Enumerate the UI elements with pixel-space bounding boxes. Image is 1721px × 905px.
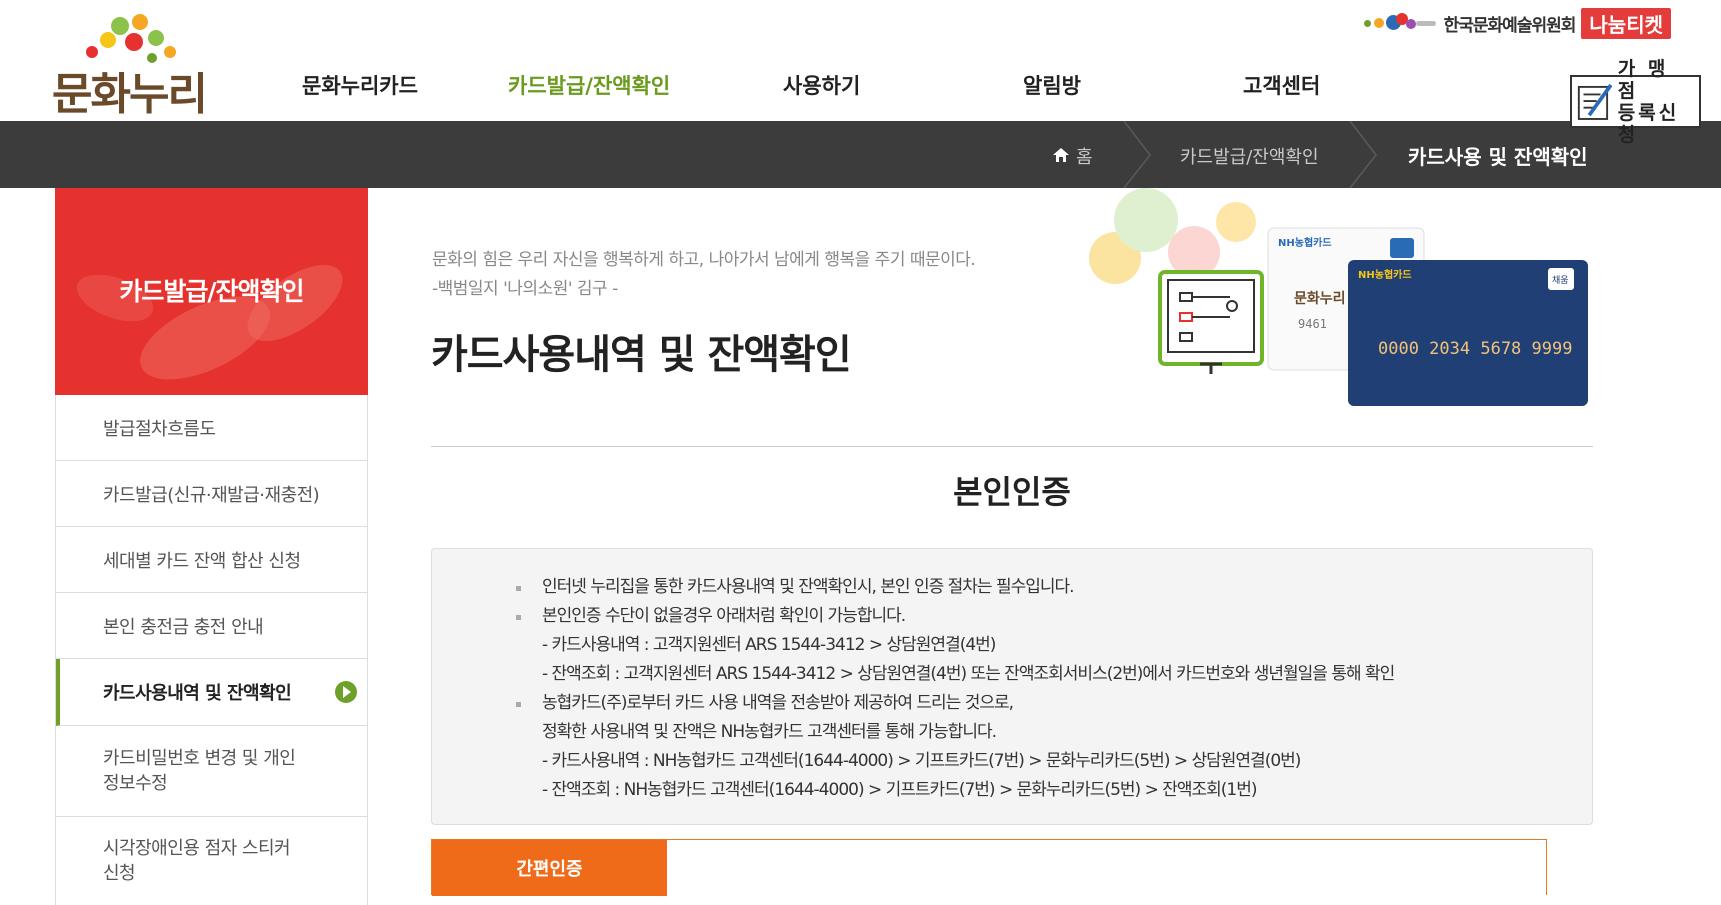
section-divider	[431, 446, 1593, 447]
store-register-line2: 등록신청	[1617, 101, 1680, 146]
main-nav: 문화누리카드 카드발급/잔액확인 사용하기 알림방 고객센터	[240, 70, 1390, 100]
sidebar-item-label: 세대별 카드 잔액 합산 신청	[103, 550, 301, 572]
info-text: - 카드사용내역 : 고객지원센터 ARS 1544-3412 > 상담원연결(…	[542, 635, 996, 655]
sidebar-item-label: 발급절차흐름도	[103, 418, 216, 440]
breadcrumb-separator-icon	[1123, 121, 1151, 188]
hero-illustration: NH농협카드 문화누리 9461 NH농협카드 채움 0000 2034 567…	[1060, 188, 1600, 408]
arts-council-link[interactable]: 한국문화예술위원회 나눔티켓	[1362, 7, 1671, 39]
sidebar-item-password-change[interactable]: 카드비밀번호 변경 및 개인 정보수정	[56, 726, 367, 817]
sidebar-item-label: 카드사용내역 및 잔액확인	[103, 683, 292, 704]
sidebar-item-label: 카드비밀번호 변경 및 개인 정보수정	[103, 746, 296, 796]
info-text: - 잔액조회 : NH농협카드 고객센터(1644-4000) > 기프트카드(…	[542, 780, 1257, 800]
breadcrumb-home[interactable]: 홈	[1076, 143, 1093, 169]
site-logo[interactable]: 문화누리	[52, 8, 212, 120]
quote-line1: 문화의 힘은 우리 자신을 행복하게 하고, 나아가서 남에게 행복을 주기 때…	[432, 250, 976, 270]
store-register-line1: 가 맹 점	[1617, 57, 1669, 102]
page-title: 카드사용내역 및 잔액확인	[431, 332, 852, 378]
home-icon[interactable]	[1053, 148, 1069, 162]
sidebar-item-label-line1: 시각장애인용 점자 스티커	[103, 838, 291, 859]
nav-customer-center[interactable]: 고객센터	[1243, 70, 1320, 100]
svg-text:NH농협카드: NH농협카드	[1358, 268, 1412, 281]
breadcrumb-current: 카드사용 및 잔액확인	[1408, 145, 1588, 169]
sidebar-item-label-line2: 정보수정	[103, 773, 168, 794]
sidebar-item-card-issue[interactable]: 카드발급(신규·재발급·재충전)	[56, 461, 367, 527]
quote-line2: -백범일지 '나의소원' 김구 -	[432, 279, 618, 299]
info-text: 농협카드(주)로부터 카드 사용 내역을 전송받아 제공하여 드리는 것으로,	[542, 693, 1014, 713]
sidebar-item-issue-flow[interactable]: 발급절차흐름도	[56, 395, 367, 461]
bullet-icon	[516, 586, 521, 591]
arts-council-name: 한국문화예술위원회	[1443, 15, 1577, 36]
list-item: - 잔액조회 : 고객지원센터 ARS 1544-3412 > 상담원연결(4번…	[542, 660, 1395, 689]
arts-council-logo-icon	[1362, 13, 1438, 33]
bullet-icon	[516, 702, 521, 707]
list-item: 본인인증 수단이 없을경우 아래처럼 확인이 가능합니다.	[516, 602, 1394, 631]
svg-text:9461: 9461	[1298, 317, 1327, 331]
bullet-icon	[516, 615, 521, 620]
sidebar-item-label: 시각장애인용 점자 스티커 신청	[103, 836, 291, 886]
nanum-ticket-link[interactable]: 나눔티켓	[1581, 7, 1671, 39]
sidebar-item-label: 카드발급(신규·재발급·재충전)	[103, 484, 320, 506]
arrow-right-circle-icon	[335, 681, 357, 703]
sidebar-item-self-charge[interactable]: 본인 충전금 충전 안내	[56, 593, 367, 659]
info-text: 인터넷 누리집을 통한 카드사용내역 및 잔액확인시, 본인 인증 절차는 필수…	[542, 577, 1075, 597]
list-item: 인터넷 누리집을 통한 카드사용내역 및 잔액확인시, 본인 인증 절차는 필수…	[516, 573, 1394, 602]
breadcrumb-parent[interactable]: 카드발급/잔액확인	[1180, 143, 1319, 169]
list-item: 정확한 사용내역 및 잔액은 NH농협카드 고객센터를 통해 가능합니다.	[542, 718, 1394, 747]
sidebar-item-household-balance[interactable]: 세대별 카드 잔액 합산 신청	[56, 527, 367, 593]
pencil-document-icon	[1577, 83, 1613, 120]
nav-munhwanuri-card[interactable]: 문화누리카드	[302, 70, 418, 100]
page-quote: 문화의 힘은 우리 자신을 행복하게 하고, 나아가서 남에게 행복을 주기 때…	[432, 246, 976, 304]
section-title: 본인인증	[953, 473, 1071, 511]
tab-simple-auth[interactable]: 간편인증	[432, 840, 667, 896]
sidebar-header: 카드발급/잔액확인	[55, 188, 368, 395]
info-text: 본인인증 수단이 없을경우 아래처럼 확인이 가능합니다.	[542, 606, 906, 626]
site-header: 문화누리 문화누리카드 카드발급/잔액확인 사용하기 알림방 고객센터 한국문화…	[0, 0, 1721, 121]
svg-text:채움: 채움	[1552, 275, 1569, 286]
info-text: 정확한 사용내역 및 잔액은 NH농협카드 고객센터를 통해 가능합니다.	[542, 722, 997, 742]
sidebar-title: 카드발급/잔액확인	[119, 277, 304, 306]
auth-tabs: 간편인증	[431, 839, 1547, 896]
svg-text:NH농협카드: NH농협카드	[1278, 236, 1332, 249]
info-list: 인터넷 누리집을 통한 카드사용내역 및 잔액확인시, 본인 인증 절차는 필수…	[516, 573, 1395, 805]
nav-card-issue-balance[interactable]: 카드발급/잔액확인	[508, 70, 670, 100]
store-register-button[interactable]: 가 맹 점 등록신청	[1570, 58, 1701, 146]
logo-text: 문화누리	[52, 69, 208, 120]
sidebar-item-usage-balance[interactable]: 카드사용내역 및 잔액확인	[56, 659, 367, 726]
list-item: - 카드사용내역 : NH농협카드 고객센터(1644-4000) > 기프트카…	[542, 747, 1394, 776]
info-text: - 잔액조회 : 고객지원센터 ARS 1544-3412 > 상담원연결(4번…	[542, 664, 1395, 684]
sidebar-item-braille-sticker[interactable]: 시각장애인용 점자 스티커 신청	[56, 817, 367, 905]
list-item: 농협카드(주)로부터 카드 사용 내역을 전송받아 제공하여 드리는 것으로,	[516, 689, 1394, 718]
nav-notice[interactable]: 알림방	[1023, 70, 1081, 100]
info-text: - 카드사용내역 : NH농협카드 고객센터(1644-4000) > 기프트카…	[542, 751, 1301, 771]
sidebar-item-label-line1: 카드비밀번호 변경 및 개인	[103, 748, 296, 769]
sidebar-item-label-line2: 신청	[103, 863, 136, 884]
sidebar-menu: 발급절차흐름도 카드발급(신규·재발급·재충전) 세대별 카드 잔액 합산 신청…	[55, 395, 368, 905]
svg-text:문화누리: 문화누리	[1294, 291, 1346, 307]
svg-text:0000 2034 5678 9999: 0000 2034 5678 9999	[1378, 339, 1572, 359]
nav-usage[interactable]: 사용하기	[783, 70, 860, 100]
list-item: - 잔액조회 : NH농협카드 고객센터(1644-4000) > 기프트카드(…	[542, 776, 1394, 805]
breadcrumb-separator-icon	[1349, 121, 1377, 188]
card-illustration-icon: NH농협카드 문화누리 9461 NH농협카드 채움 0000 2034 567…	[1089, 188, 1588, 406]
list-item: - 카드사용내역 : 고객지원센터 ARS 1544-3412 > 상담원연결(…	[542, 631, 1394, 660]
breadcrumb: 홈 카드발급/잔액확인 카드사용 및 잔액확인	[0, 121, 1721, 188]
verification-info-box: 인터넷 누리집을 통한 카드사용내역 및 잔액확인시, 본인 인증 절차는 필수…	[431, 548, 1593, 825]
sidebar-item-label: 본인 충전금 충전 안내	[103, 616, 264, 638]
